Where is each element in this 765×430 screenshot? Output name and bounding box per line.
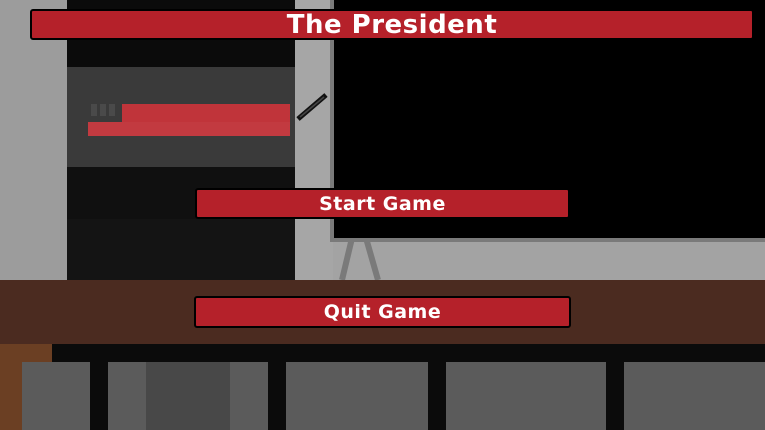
book-spine — [100, 104, 106, 116]
bookshelf-shelf — [67, 219, 295, 280]
tv-stand — [339, 238, 381, 280]
book-spine — [109, 104, 115, 116]
left-wall — [0, 0, 67, 280]
desk-drawer — [22, 362, 90, 430]
desk-drawer — [286, 362, 428, 430]
quit-game-button[interactable]: Quit Game — [194, 296, 571, 328]
pen-icon — [296, 93, 328, 121]
game-title: The President — [30, 9, 754, 40]
desk-drawer-shadow — [146, 362, 230, 430]
desk-drawer — [446, 362, 606, 430]
red-book — [88, 122, 290, 136]
middle-wall — [295, 0, 333, 280]
desk-drawer — [624, 362, 765, 430]
book-spine — [91, 104, 97, 116]
start-game-button[interactable]: Start Game — [195, 188, 570, 219]
red-book — [122, 104, 290, 124]
right-wall — [333, 240, 765, 280]
